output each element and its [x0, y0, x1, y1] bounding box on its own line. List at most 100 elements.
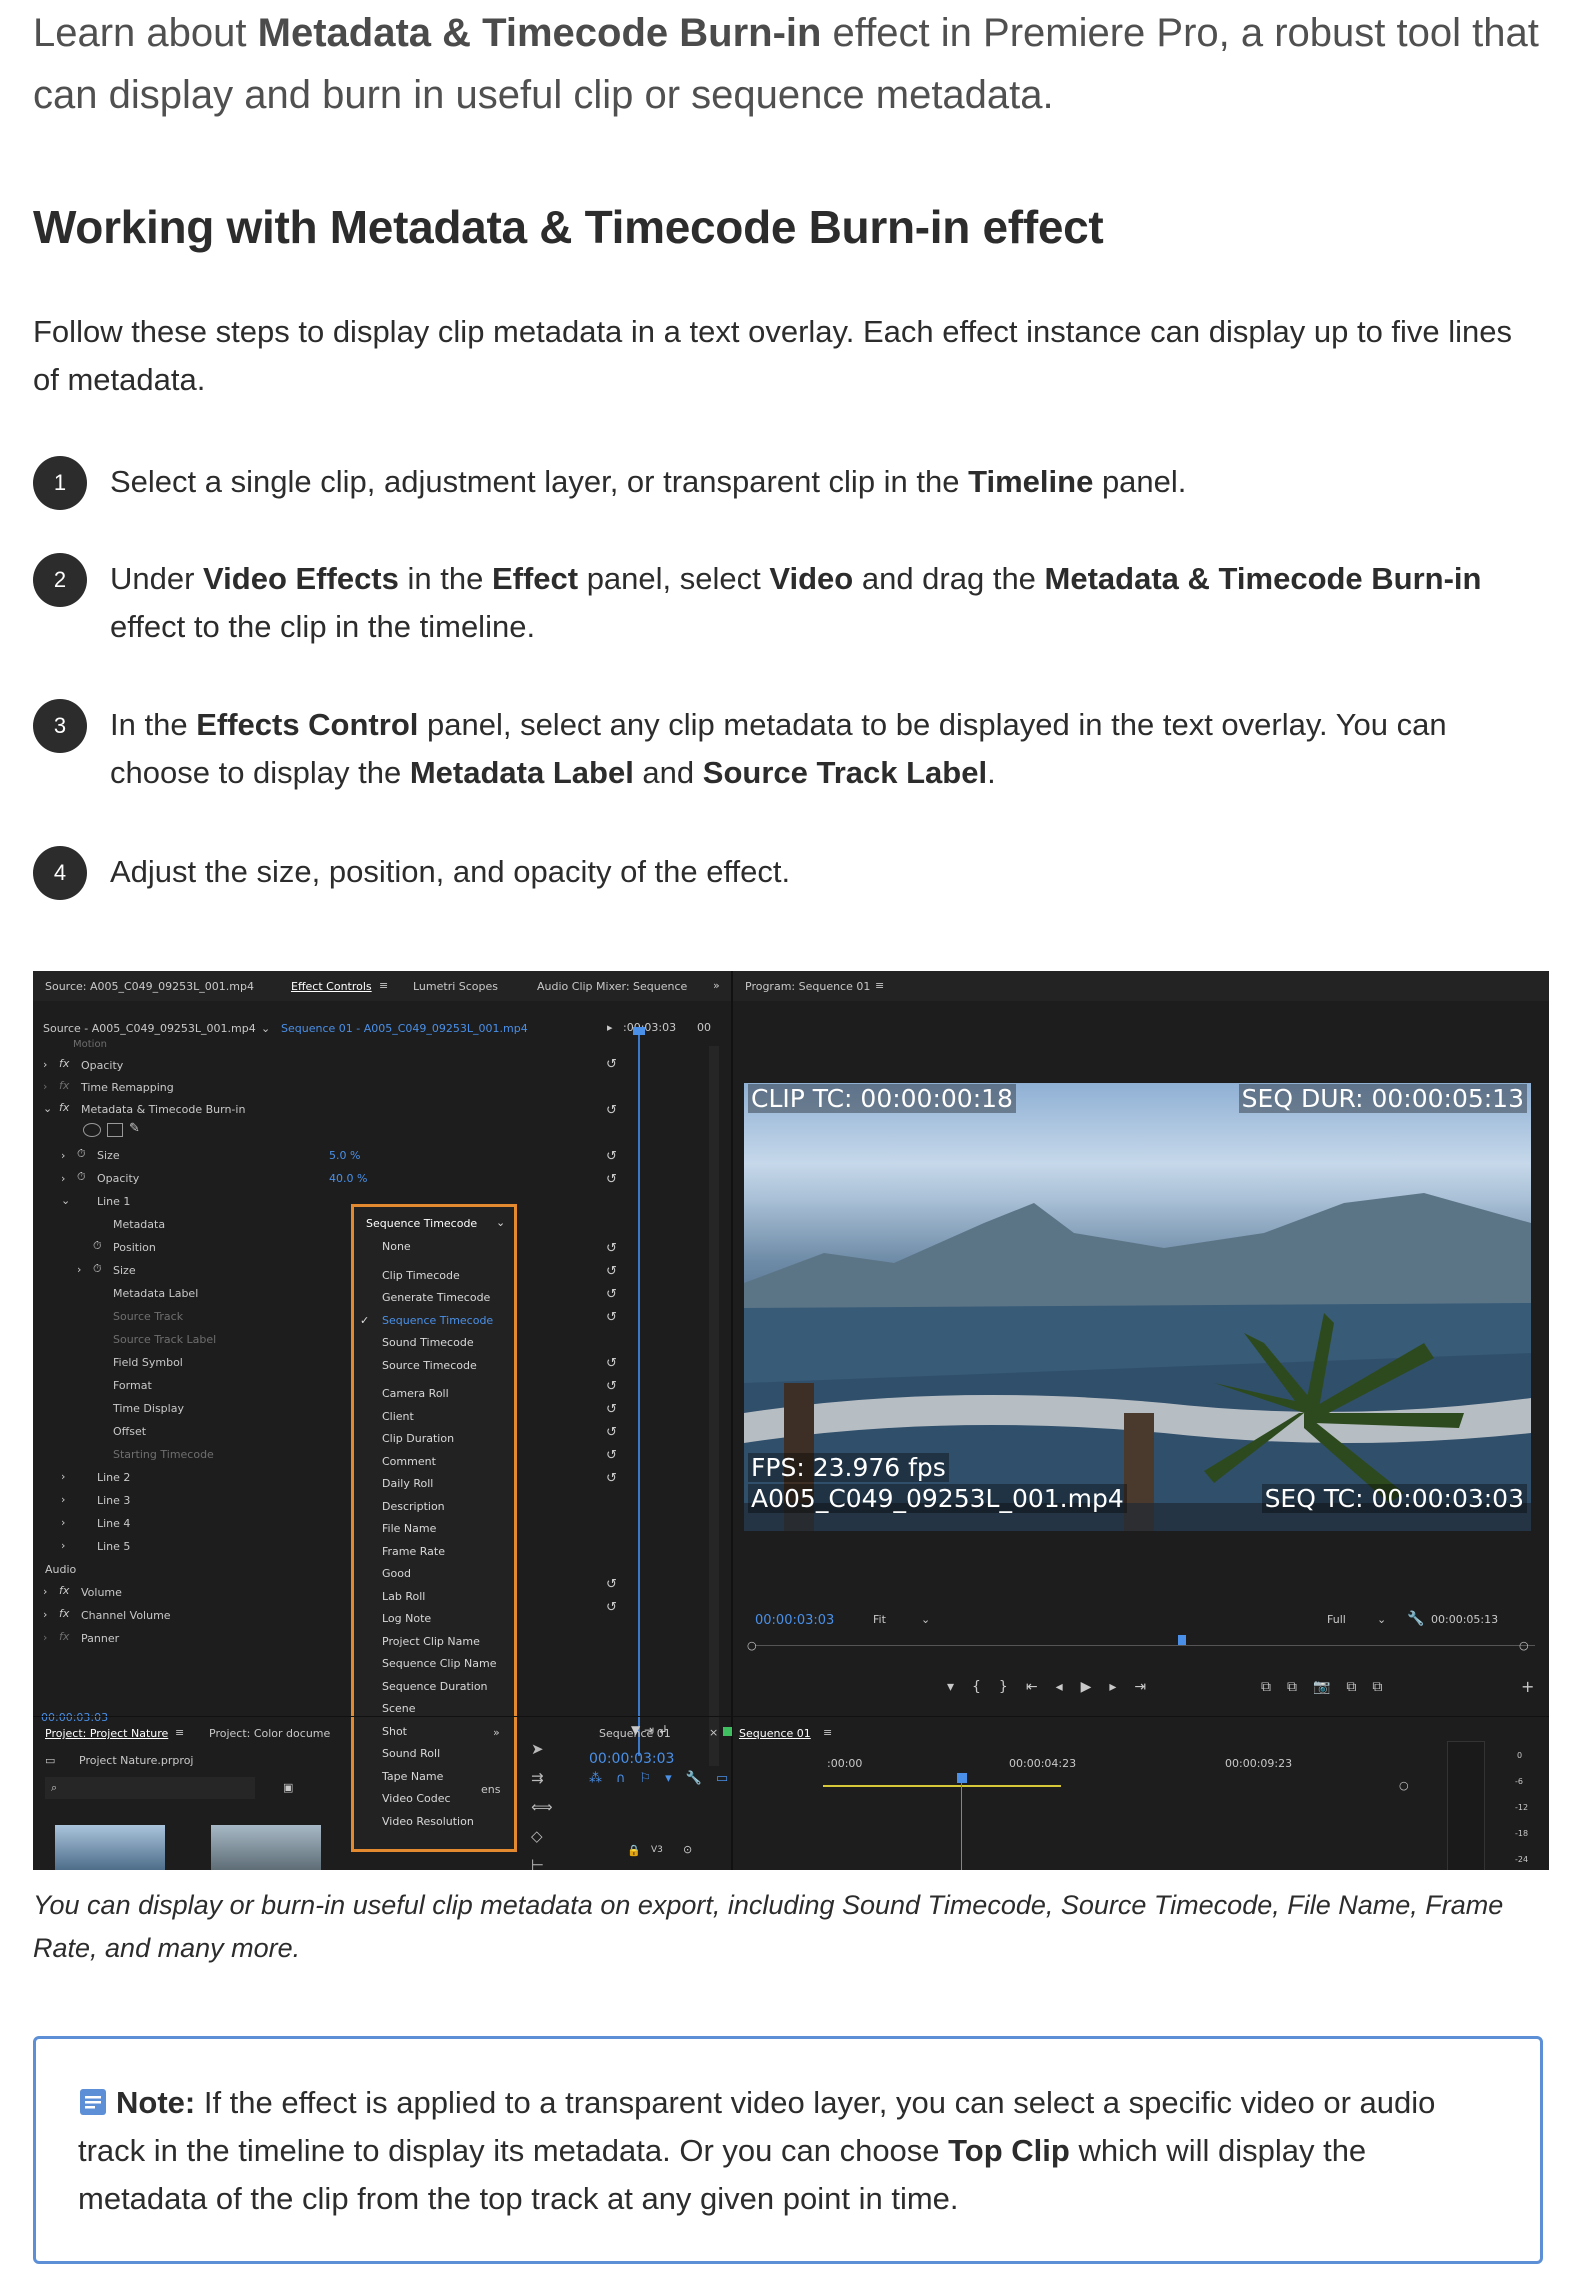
chevron-right-icon[interactable]: ›: [43, 1080, 47, 1093]
ec-timecode[interactable]: 00:00:03:03: [41, 1711, 108, 1724]
tab-sequence-2[interactable]: Sequence 01: [739, 1727, 811, 1740]
tab-lumetri[interactable]: Lumetri Scopes: [413, 980, 498, 993]
menu-item[interactable]: Video Codec: [382, 1792, 451, 1805]
stopwatch-icon[interactable]: ⏱: [93, 1239, 102, 1253]
chevron-down-icon[interactable]: ⌄: [43, 1102, 52, 1115]
overflow-icon[interactable]: »: [713, 979, 720, 992]
menu-item[interactable]: Description: [382, 1500, 445, 1513]
effect-metadata-burnin[interactable]: Metadata & Timecode Burn-in: [81, 1103, 245, 1116]
chevron-down-icon[interactable]: ⌄: [61, 1194, 70, 1207]
line-label[interactable]: Line 4: [97, 1517, 130, 1530]
menu-item[interactable]: Clip Duration: [382, 1432, 454, 1445]
menu-item[interactable]: Frame Rate: [382, 1545, 445, 1558]
reset-icons-audio[interactable]: ↺ ↺: [606, 1573, 617, 1619]
tab-project-2[interactable]: Project: Color docume: [209, 1727, 330, 1740]
menu-item[interactable]: Tape Name: [382, 1770, 443, 1783]
chevron-down-icon[interactable]: ⌄: [496, 1216, 505, 1229]
menu-item[interactable]: Generate Timecode: [382, 1291, 490, 1304]
timeline-timecode[interactable]: 00:00:03:03: [589, 1751, 674, 1767]
rect-mask-icon[interactable]: [107, 1123, 123, 1137]
tab-program[interactable]: Program: Sequence 01: [745, 980, 870, 993]
wrench-icon[interactable]: 🔧: [1407, 1611, 1424, 1627]
menu-icon[interactable]: ≡: [875, 979, 884, 992]
menu-item[interactable]: File Name: [382, 1522, 436, 1535]
stopwatch-icon[interactable]: ⏱: [77, 1147, 86, 1161]
menu-item[interactable]: Good: [382, 1567, 411, 1580]
stopwatch-icon[interactable]: ⏱: [77, 1170, 86, 1184]
metadata-dropdown-menu[interactable]: Sequence Timecode ⌄ None Clip Timecode Gen…: [351, 1204, 517, 1852]
menu-item[interactable]: Log Note: [382, 1612, 431, 1625]
menu-item[interactable]: Sequence Clip Name: [382, 1657, 496, 1670]
chevron-right-icon[interactable]: ›: [43, 1058, 47, 1071]
program-timecode[interactable]: 00:00:03:03: [755, 1613, 834, 1628]
close-icon[interactable]: ×: [709, 1726, 718, 1739]
line-label[interactable]: Line 2: [97, 1471, 130, 1484]
menu-item[interactable]: Sound Roll: [382, 1747, 440, 1760]
full-select[interactable]: Full: [1327, 1613, 1346, 1626]
out-point-icon[interactable]: ○: [1519, 1639, 1529, 1652]
chevron-right-icon[interactable]: ›: [61, 1516, 65, 1529]
line-label[interactable]: Line 3: [97, 1494, 130, 1507]
audio-item[interactable]: Volume: [81, 1586, 122, 1599]
export-frame-icons[interactable]: ⧉⧉📷⧉⧉: [1261, 1679, 1398, 1695]
transport-controls[interactable]: ▾{}⇤◂▶▸⇥: [947, 1679, 1164, 1695]
menu-item[interactable]: Comment: [382, 1455, 436, 1468]
chevron-right-icon[interactable]: ›: [43, 1608, 47, 1621]
new-bin-icon[interactable]: ▣: [283, 1781, 293, 1794]
menu-item[interactable]: Project Clip Name: [382, 1635, 480, 1648]
add-button-icon[interactable]: +: [1521, 1677, 1534, 1696]
search-icon[interactable]: ⌕: [51, 1781, 57, 1795]
tab-source[interactable]: Source: A005_C049_09253L_001.mp4: [45, 980, 254, 993]
timeline-tools[interactable]: ⁂∩⚐▾🔧▭: [589, 1771, 742, 1786]
effect-opacity[interactable]: Opacity: [81, 1059, 123, 1072]
lock-icon[interactable]: 🔒: [627, 1844, 641, 1857]
menu-item[interactable]: None: [382, 1240, 411, 1253]
line1-label[interactable]: Line 1: [97, 1195, 130, 1208]
audio-item[interactable]: Channel Volume: [81, 1609, 171, 1622]
menu-item[interactable]: Scene: [382, 1702, 416, 1715]
tools-panel[interactable]: ➤ ⇉ ⟺ ◇ ⊢: [531, 1735, 553, 1870]
menu-icon[interactable]: ≡: [175, 1726, 184, 1739]
overflow-icon[interactable]: »: [493, 1726, 500, 1739]
tab-effect-controls[interactable]: Effect Controls: [291, 980, 372, 993]
effect-motion[interactable]: Motion: [73, 1039, 107, 1050]
menu-item[interactable]: Source Timecode: [382, 1359, 477, 1372]
fit-select[interactable]: Fit: [873, 1613, 886, 1626]
pen-icon[interactable]: ✎: [129, 1121, 140, 1136]
prop-opacity-value[interactable]: 40.0 %: [329, 1172, 367, 1185]
menu-item[interactable]: Daily Roll: [382, 1477, 433, 1490]
effect-time-remapping[interactable]: Time Remapping: [81, 1081, 174, 1094]
line-label[interactable]: Line 5: [97, 1540, 130, 1553]
chevron-right-icon[interactable]: ›: [43, 1585, 47, 1598]
menu-icon[interactable]: ≡: [379, 979, 388, 992]
zoom-handle-icon[interactable]: ○: [1399, 1779, 1409, 1792]
audio-item[interactable]: Panner: [81, 1632, 119, 1645]
chevron-right-icon[interactable]: ›: [61, 1149, 65, 1162]
stopwatch-icon[interactable]: ⏱: [93, 1262, 102, 1276]
chevron-right-icon[interactable]: ›: [77, 1263, 81, 1276]
menu-item[interactable]: Shot: [382, 1725, 407, 1738]
tab-project[interactable]: Project: Project Nature: [45, 1727, 168, 1740]
reset-icons[interactable]: ↺ ↺ ↺ ↺ ↺ ↺ ↺ ↺ ↺ ↺ ↺ ↺ ↺ ↺: [606, 1053, 617, 1490]
sequence-path[interactable]: Sequence 01 - A005_C049_09253L_001.mp4: [281, 1022, 528, 1035]
chevron-down-icon[interactable]: ⌄: [921, 1613, 930, 1626]
in-point-icon[interactable]: ○: [747, 1639, 757, 1652]
menu-item[interactable]: Clip Timecode: [382, 1269, 460, 1282]
menu-item[interactable]: Client: [382, 1410, 414, 1423]
menu-icon[interactable]: ≡: [823, 1726, 832, 1739]
menu-item[interactable]: Camera Roll: [382, 1387, 449, 1400]
chevron-right-icon[interactable]: ›: [61, 1172, 65, 1185]
chevron-down-icon[interactable]: ⌄: [261, 1022, 270, 1035]
chevron-right-icon[interactable]: ›: [61, 1493, 65, 1506]
ellipse-mask-icon[interactable]: [83, 1123, 101, 1137]
menu-item[interactable]: Lab Roll: [382, 1590, 425, 1603]
tab-audio-mixer[interactable]: Audio Clip Mixer: Sequence: [537, 980, 687, 993]
prop-size-value[interactable]: 5.0 %: [329, 1149, 360, 1162]
chevron-right-icon[interactable]: ›: [61, 1539, 65, 1552]
chevron-down-icon[interactable]: ⌄: [1377, 1613, 1386, 1626]
chevron-right-icon[interactable]: ›: [61, 1470, 65, 1483]
eye-icon[interactable]: ⊙: [683, 1843, 692, 1856]
tab-sequence-1[interactable]: Sequence 01: [599, 1727, 671, 1740]
chevron-right-icon[interactable]: ›: [43, 1631, 47, 1644]
menu-item[interactable]: Sound Timecode: [382, 1336, 474, 1349]
